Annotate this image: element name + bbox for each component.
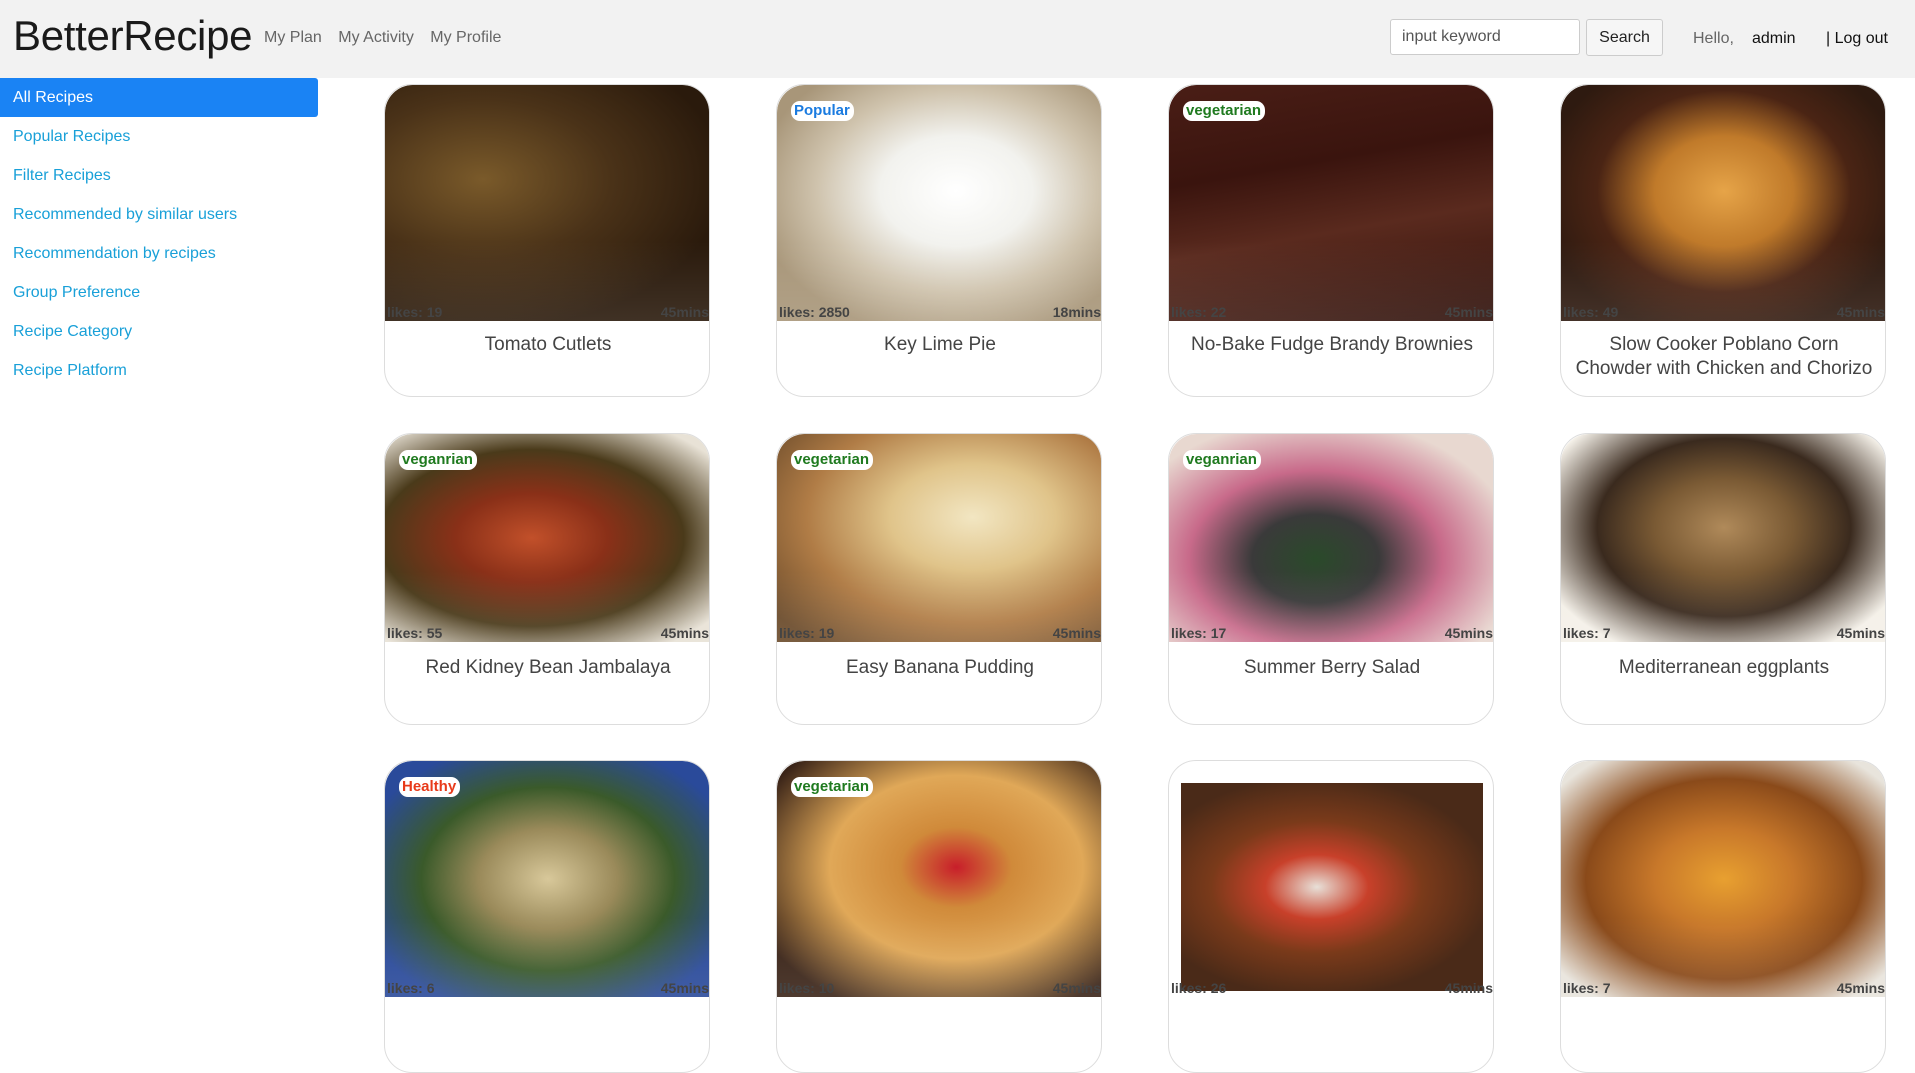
recipe-title[interactable]: Key Lime Pie [785,333,1095,357]
recipe-title[interactable]: No-Bake Fudge Brandy Brownies [1177,333,1487,357]
recipe-card[interactable]: likes: 26 45mins [1168,760,1494,1073]
recipe-tag: Popular [791,101,854,121]
top-navbar: BetterRecipe My Plan My Activity My Prof… [0,0,1915,78]
likes-count: likes: 10 [779,980,835,996]
recipe-tag: veganrian [1183,450,1261,470]
recipe-card[interactable]: likes: 7 45mins Mediterranean eggplants [1560,433,1886,725]
recipe-photo [1181,783,1483,991]
sidebar-item-recipe-category[interactable]: Recipe Category [0,312,318,351]
sidebar-item-filter-recipes[interactable]: Filter Recipes [0,156,318,195]
recipe-title[interactable]: Slow Cooker Poblano Corn Chowder with Ch… [1569,333,1879,381]
likes-count: likes: 49 [1563,304,1619,320]
logout-link[interactable]: | Log out [1826,30,1888,48]
likes-count: likes: 2850 [779,304,850,320]
recipe-card[interactable]: Healthy likes: 6 45mins [384,760,710,1073]
cook-time: 45mins [660,980,709,996]
likes-count: likes: 6 [387,980,435,996]
sidebar-item-recipe-platform[interactable]: Recipe Platform [0,351,318,390]
likes-count: likes: 17 [1171,625,1227,641]
cook-time: 45mins [1444,980,1493,996]
recipe-card[interactable]: vegetarian likes: 10 45mins [776,760,1102,1073]
recipe-card[interactable]: veganrian likes: 55 45mins Red Kidney Be… [384,433,710,725]
main-nav: My Plan My Activity My Profile [264,29,513,47]
recipe-card[interactable]: likes: 49 45mins Slow Cooker Poblano Cor… [1560,84,1886,397]
recipe-card[interactable]: vegetarian likes: 19 45mins Easy Banana … [776,433,1102,725]
recipe-photo [1561,761,1885,997]
nav-my-profile[interactable]: My Profile [430,29,501,46]
likes-count: likes: 55 [387,625,443,641]
cook-time: 45mins [1052,625,1101,641]
search-input[interactable] [1390,19,1580,55]
search-button[interactable]: Search [1586,19,1663,56]
username-label: admin [1752,30,1796,47]
recipe-card[interactable]: likes: 7 45mins [1560,760,1886,1073]
recipe-title[interactable]: Easy Banana Pudding [785,656,1095,680]
recipe-title[interactable]: Red Kidney Bean Jambalaya [393,656,703,680]
cook-time: 45mins [1836,304,1885,320]
recipe-card[interactable]: veganrian likes: 17 45mins Summer Berry … [1168,433,1494,725]
sidebar: All Recipes Popular Recipes Filter Recip… [0,78,318,390]
nav-my-plan[interactable]: My Plan [264,29,322,46]
cook-time: 45mins [660,625,709,641]
likes-count: likes: 7 [1563,980,1611,996]
recipe-tag: vegetarian [791,450,874,470]
recipe-tag: veganrian [399,450,477,470]
cook-time: 45mins [1052,980,1101,996]
sidebar-item-popular-recipes[interactable]: Popular Recipes [0,117,318,156]
recipe-photo [1561,85,1885,321]
recipe-title[interactable]: Summer Berry Salad [1177,656,1487,680]
recipe-tag: vegetarian [1183,101,1266,121]
recipe-tag: vegetarian [791,777,874,797]
likes-count: likes: 26 [1171,980,1227,996]
sidebar-item-group-preference[interactable]: Group Preference [0,273,318,312]
cook-time: 45mins [1444,304,1493,320]
likes-count: likes: 19 [779,625,835,641]
cook-time: 45mins [1444,625,1493,641]
recipe-title[interactable]: Mediterranean eggplants [1569,656,1879,680]
recipe-photo [385,85,709,321]
greeting-label: Hello, [1693,30,1734,47]
recipe-tag: Healthy [399,777,461,797]
sidebar-item-all-recipes[interactable]: All Recipes [0,78,318,117]
recipe-card[interactable]: likes: 19 45mins Tomato Cutlets [384,84,710,397]
likes-count: likes: 7 [1563,625,1611,641]
sidebar-item-recommended-similar-users[interactable]: Recommended by similar users [0,195,318,234]
nav-my-activity[interactable]: My Activity [338,29,414,46]
cook-time: 45mins [660,304,709,320]
likes-count: likes: 19 [387,304,443,320]
recipe-card[interactable]: vegetarian likes: 22 45mins No-Bake Fudg… [1168,84,1494,397]
recipe-card[interactable]: Popular likes: 2850 18mins Key Lime Pie [776,84,1102,397]
recipe-photo [1561,434,1885,642]
sidebar-item-recommendation-by-recipes[interactable]: Recommendation by recipes [0,234,318,273]
cook-time: 18mins [1052,304,1101,320]
cook-time: 45mins [1836,980,1885,996]
cook-time: 45mins [1836,625,1885,641]
recipe-title[interactable]: Tomato Cutlets [393,333,703,357]
brand-logo[interactable]: BetterRecipe [13,12,253,60]
likes-count: likes: 22 [1171,304,1227,320]
